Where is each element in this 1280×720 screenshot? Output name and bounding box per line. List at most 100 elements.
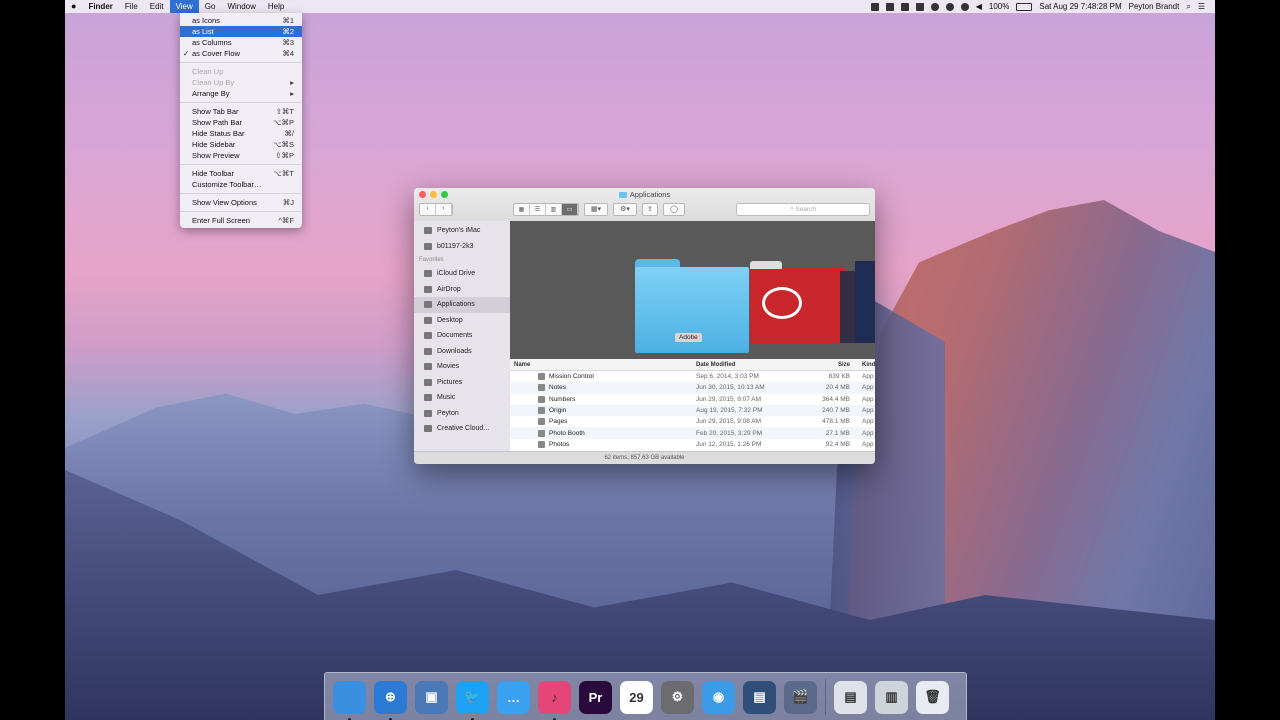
sidebar-item-favorite[interactable]: AirDrop	[414, 282, 510, 298]
view-menu-item[interactable]: as List ⌘2	[180, 26, 302, 37]
view-menu-item[interactable]: Hide Status Bar ⌘/	[180, 128, 302, 139]
document-icon[interactable]: ▤	[834, 680, 867, 714]
wifi-icon[interactable]: ◉	[702, 680, 735, 714]
file-size: 240.7 MB	[822, 407, 850, 415]
imovie-icon[interactable]: 🎬	[784, 680, 817, 714]
menu-help[interactable]: Help	[262, 0, 290, 13]
dropbox-status-icon[interactable]	[885, 2, 894, 11]
menu-edit[interactable]: Edit	[144, 0, 170, 13]
file-row[interactable]: Photo Booth Feb 20, 2015, 3:29 PM 27.1 MB A…	[510, 427, 875, 439]
calendar-icon[interactable]: 29	[620, 680, 653, 714]
menu-view[interactable]: View	[169, 0, 199, 13]
forward-button[interactable]: ›	[436, 203, 452, 215]
column-size-header[interactable]: Size	[810, 362, 850, 368]
column-date-header[interactable]: Date Modified	[696, 362, 735, 368]
view-menu-item[interactable]: Hide Toolbar ⌥⌘T	[180, 168, 302, 179]
folder-icon	[618, 192, 627, 199]
user-name[interactable]: Peyton Brandt	[1129, 2, 1180, 11]
view-menu-item[interactable]: Arrange By ▸	[180, 88, 302, 99]
search-field[interactable]: ⌕ Search	[736, 202, 870, 216]
sidebar-item-favorite[interactable]: Downloads	[414, 344, 510, 360]
file-date: Jun 29, 2015, 9:08 AM	[696, 418, 762, 426]
finder-icon[interactable]	[333, 680, 366, 720]
status-bar: 62 items, 857.63 GB available	[414, 451, 875, 464]
cover-flow-button[interactable]: ▭	[562, 203, 578, 215]
apple-menu-icon[interactable]: ●	[65, 0, 82, 13]
action-gear-button[interactable]: ⚙▾	[613, 202, 637, 216]
sidebar-item-favorite[interactable]: Movies	[414, 359, 510, 375]
finder-sidebar: Peyton's iMac b01197-2k3 Favorites iCloud D…	[414, 221, 510, 452]
view-menu-item[interactable]: Show Path Bar ⌥⌘P	[180, 117, 302, 128]
view-menu-item[interactable]: as Columns ⌘3	[180, 37, 302, 48]
back-button[interactable]: ‹	[420, 203, 436, 215]
battery-icon[interactable]	[1016, 2, 1033, 11]
file-size: 20.4 MB	[825, 384, 850, 392]
dock-glyph: …	[507, 689, 520, 705]
spotlight-icon[interactable]: ⌕	[1186, 2, 1190, 12]
menu-finder[interactable]: Finder	[82, 0, 118, 13]
creative-cloud-icon[interactable]	[750, 261, 845, 343]
notification-center-icon[interactable]: ☰	[1198, 2, 1205, 11]
menu-shortcut: ⌘2	[282, 27, 294, 36]
share-button[interactable]: ⇪	[642, 202, 658, 216]
cover-flow-area[interactable]: Adobe	[510, 221, 875, 359]
view-menu-item[interactable]: Hide Sidebar ⌥⌘S	[180, 139, 302, 150]
sidebar-item-favorite[interactable]: Peyton	[414, 406, 510, 422]
menu-clock[interactable]: Sat Aug 29 7:48:28 PM	[1039, 2, 1121, 11]
arrange-button[interactable]: ▦▾	[584, 202, 608, 216]
column-view-button[interactable]: ▥	[546, 203, 562, 215]
photos-icon[interactable]: ▤	[743, 680, 776, 714]
system-preferences-icon[interactable]: ⚙	[661, 680, 694, 714]
view-menu-item[interactable]: Customize Toolbar…	[180, 179, 302, 190]
view-menu-item[interactable]: as Icons ⌘1	[180, 15, 302, 26]
view-menu-item[interactable]: ✓ as Cover Flow ⌘4	[180, 48, 302, 59]
itunes-icon[interactable]: ♪	[538, 680, 571, 720]
view-menu-item[interactable]: Enter Full Screen ^⌘F	[180, 215, 302, 226]
view-menu-item[interactable]: Show Preview ⇧⌘P	[180, 150, 302, 161]
list-view-button[interactable]: ☰	[530, 203, 546, 215]
wifi-status-icon[interactable]	[960, 2, 969, 11]
messages-icon[interactable]: …	[497, 680, 530, 714]
sidebar-item-favorite[interactable]: Desktop	[414, 313, 510, 329]
view-menu-item[interactable]: Show View Options ⌘J	[180, 197, 302, 208]
column-kind-header[interactable]: Kind	[862, 362, 875, 368]
sidebar-icon	[424, 285, 432, 293]
file-row[interactable]: Pages Jun 29, 2015, 9:08 AM 478.1 MB App	[510, 416, 875, 427]
volume-icon[interactable]: ◀	[976, 2, 982, 11]
menu-item-label: Show Path Bar	[192, 118, 243, 127]
view-menu-item[interactable]: Show Tab Bar ⇧⌘T	[180, 106, 302, 117]
trash-icon[interactable]: 🗑	[916, 680, 949, 714]
airplay-status-icon[interactable]	[915, 2, 924, 11]
sidebar-item-device[interactable]: b01197-2k3	[414, 239, 510, 255]
sidebar-section-favorites: Favorites	[419, 257, 444, 263]
file-row[interactable]: Numbers Jun 29, 2015, 9:07 AM 364.4 MB App	[510, 394, 875, 405]
sidebar-item-device[interactable]: Peyton's iMac	[414, 223, 510, 239]
file-row[interactable]: Photos Jun 12, 2015, 1:26 PM 92.4 MB App	[510, 439, 875, 450]
premiere-icon[interactable]: Pr	[579, 680, 612, 714]
preview-icon[interactable]: ▣	[415, 680, 448, 714]
twitter-icon[interactable]: 🐦	[456, 680, 489, 720]
menu-go[interactable]: Go	[199, 0, 222, 13]
sidebar-item-favorite[interactable]: Documents	[414, 328, 510, 344]
icon-view-button[interactable]: ▦	[514, 203, 530, 215]
safari-icon[interactable]: ⊕	[374, 680, 407, 720]
menu-window[interactable]: Window	[221, 0, 261, 13]
sidebar-item-favorite[interactable]: iCloud Drive	[414, 266, 510, 282]
display-status-icon[interactable]	[900, 2, 909, 11]
menu-file[interactable]: File	[119, 0, 144, 13]
tag-button[interactable]: ◯	[663, 202, 685, 216]
sidebar-item-label: Downloads	[437, 347, 472, 355]
sidebar-item-favorite[interactable]: Creative Cloud...	[414, 421, 510, 437]
server-icon[interactable]: ▥	[875, 680, 908, 714]
twitter-status-icon[interactable]	[870, 2, 879, 11]
file-row[interactable]: Mission Control Sep 6, 2014, 3:03 PM 839 K…	[510, 371, 875, 382]
bluetooth-status-icon[interactable]	[930, 2, 939, 11]
dock-glyph: ▤	[753, 689, 766, 704]
file-row[interactable]: Notes Jun 30, 2015, 10:13 AM 20.4 MB App	[510, 382, 875, 394]
sidebar-item-favorite[interactable]: Pictures	[414, 375, 510, 391]
sidebar-item-favorite[interactable]: Music	[414, 390, 510, 406]
column-name-header[interactable]: Name	[514, 362, 530, 368]
file-row[interactable]: Origin Aug 19, 2015, 7:32 PM 240.7 MB App	[510, 404, 875, 417]
time-machine-status-icon[interactable]	[945, 2, 954, 11]
sidebar-item-favorite[interactable]: Applications	[414, 297, 510, 313]
